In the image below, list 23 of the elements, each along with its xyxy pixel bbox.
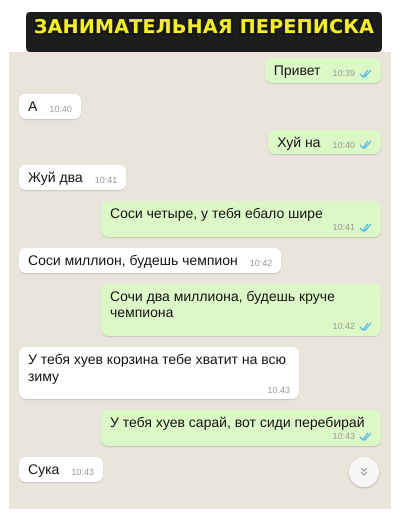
- message-text: Жуй два: [28, 169, 83, 186]
- meme-title: ЗАНИМАТЕЛЬНАЯ ПЕРЕПИСКА: [26, 12, 382, 52]
- message-text: Сочи два миллиона, будешь круче чемпиона: [110, 288, 336, 322]
- message-text: Хуй на: [277, 134, 320, 150]
- message-time: 10:41: [94, 175, 118, 186]
- message-text: А: [28, 98, 38, 115]
- double-chevron-down-icon: [359, 467, 369, 477]
- message-text: Привет: [274, 62, 320, 79]
- scroll-down-button[interactable]: [349, 457, 379, 487]
- message-text: Сука: [28, 460, 60, 478]
- message-time: 10:40: [332, 140, 355, 150]
- message-time: 10:40: [49, 104, 72, 115]
- message-text: Соси миллион, будешь чемпион: [28, 252, 238, 269]
- message-time: 10:43: [71, 466, 94, 478]
- message-time: 10.43: [267, 384, 290, 396]
- message-text: У тебя хуев сарай, вот сиди перебирай: [110, 414, 365, 432]
- message-time: 10:43: [332, 431, 355, 442]
- message-time: 10:39: [332, 68, 355, 79]
- message-time: 10:41: [332, 222, 355, 233]
- message-time: 10:42: [332, 321, 355, 332]
- message-text: Соси четыре, у тебя ебало шире: [110, 205, 323, 222]
- message-text: У тебя хуев корзина тебе хватит на всю зиму: [28, 350, 288, 385]
- message-time: 10:42: [250, 258, 272, 269]
